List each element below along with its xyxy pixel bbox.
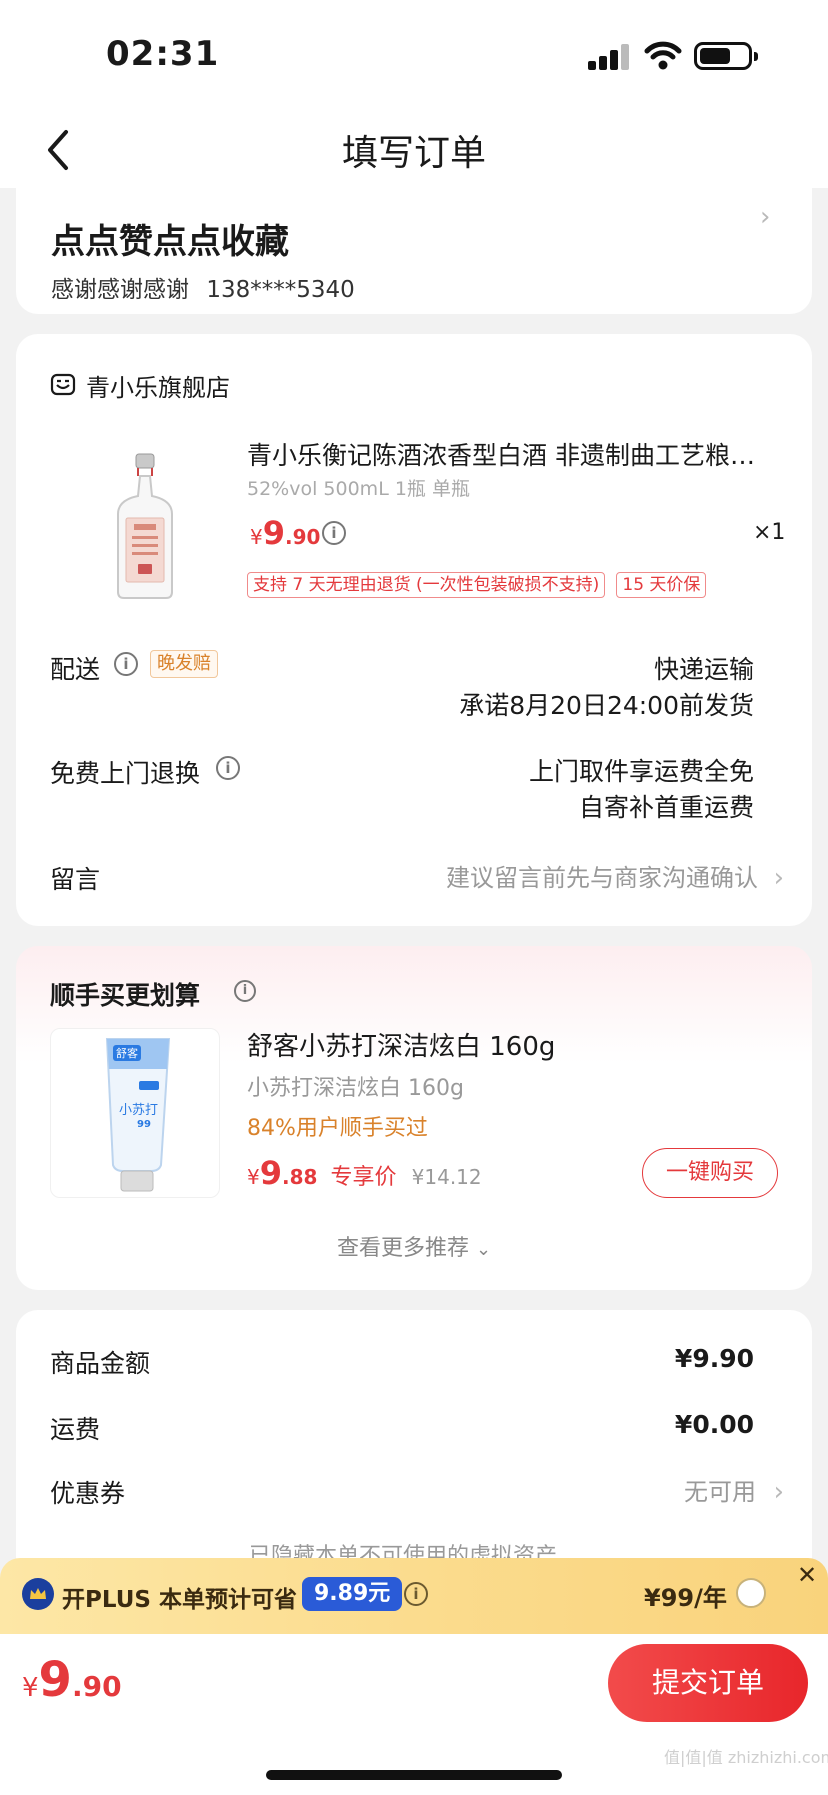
chevron-right-icon: › [773,1477,784,1507]
recommend-title: 顺手买更划算 [50,981,201,1010]
address-contact: 感谢感谢感谢 138****5340 [51,270,355,304]
goods-amount-value: ¥9.90 [674,1344,754,1373]
delivery-method[interactable]: 快递运输 [654,650,754,686]
close-icon[interactable]: ✕ [786,1558,828,1594]
shipping-fee-label: 运费 [50,1415,101,1444]
original-price: ¥14.12 [411,1165,482,1189]
bottom-bar: ¥9.90 提交订单 值|值|值 zhizhizhi.com [0,1634,828,1795]
recommend-item-title[interactable]: 舒客小苏打深洁炫白 160g [247,1026,555,1063]
contact-name: 感谢感谢感谢 [51,277,189,303]
address-card[interactable]: 点点赞点点收藏 感谢感谢感谢 138****5340 › [16,180,812,314]
page-title: 填写订单 [341,133,486,174]
status-bar: 02:31 [0,0,828,110]
shop-name: 青小乐旗舰店 [86,374,230,402]
home-indicator[interactable] [266,1770,562,1780]
message-label: 留言 [50,865,101,894]
recommend-item-image[interactable]: 舒客 小苏打 99 [50,1028,220,1198]
chevron-down-icon: ⌄ [475,1239,492,1260]
recommend-item-bought: 84%用户顺手买过 [247,1116,428,1141]
shop-card: 青小乐旗舰店 青小乐衡记陈酒浓香型白酒 非遗制曲工艺粮… 52%vol 500m… [16,334,812,926]
wifi-icon [644,40,682,70]
plus-save-badge: 9.89元 [302,1577,403,1611]
address-name: 点点赞点点收藏 [51,222,289,262]
product-spec: 52%vol 500mL 1瓶 单瓶 [247,478,470,500]
return-service-line1: 上门取件享运费全免 [528,757,754,786]
product-title[interactable]: 青小乐衡记陈酒浓香型白酒 非遗制曲工艺粮… [247,436,787,472]
battery-icon [694,42,758,70]
shipping-fee-value: ¥0.00 [674,1410,754,1439]
pack-brand: 舒客 [113,1045,141,1061]
recommend-info-icon[interactable]: i [234,980,256,1002]
recommend-item-spec: 小苏打深洁炫白 160g [247,1076,464,1101]
nav-bar: 填写订单 [0,110,828,188]
store-icon [50,373,76,396]
crown-icon [22,1578,54,1610]
submit-order-button[interactable]: 提交订单 [608,1644,808,1722]
coupon-value: 无可用 [683,1478,756,1506]
message-input[interactable]: 建议留言前先与商家沟通确认 › [446,858,784,893]
chevron-right-icon: › [773,863,784,893]
plus-info-icon[interactable]: i [404,1582,428,1606]
one-click-buy-button[interactable]: 一键购买 [642,1148,778,1198]
watermark: 值|值|值 zhizhizhi.com [664,1748,828,1767]
price-info-icon[interactable]: i [322,521,346,545]
delivery-label: 配送 [50,655,101,684]
total-price: ¥9.90 [22,1652,122,1708]
liquor-bottle-icon [117,453,173,599]
price-protect-tag: 15 天价保 [616,572,707,598]
late-compensation-badge: 晚发赔 [150,650,218,678]
product-tags: 支持 7 天无理由退货 (一次性包装破损不支持) 15 天价保 [247,572,707,598]
coupon-selector[interactable]: 无可用 › [684,1472,784,1507]
coupon-label: 优惠券 [50,1479,126,1508]
return-service-line2: 自寄补首重运费 [578,793,754,822]
pack-name: 小苏打 [119,1103,159,1118]
product-quantity: ×1 [753,520,786,545]
see-more-recommend[interactable]: 查看更多推荐 ⌄ [16,1230,812,1262]
plus-price: ¥99/年 [644,1584,727,1612]
exclusive-price-tag: 专享价 [330,1165,397,1190]
pack-badge: 99 [137,1119,151,1130]
plus-promo-bar[interactable]: 开PLUS 本单预计可省 9.89元 i ¥99/年 ✕ [0,1558,828,1634]
cellular-signal-icon [588,44,630,70]
status-time: 02:31 [106,34,220,74]
product-price: ¥9.90 [250,514,321,552]
delivery-promise: 承诺8月20日24:00前发货 [459,691,754,720]
product-image[interactable] [94,452,196,602]
recommend-card: 顺手买更划算 i 舒客 小苏打 99 舒客小苏打深洁炫白 160g 小苏打深洁炫… [16,946,812,1290]
contact-phone: 138****5340 [206,277,355,303]
plus-select-radio[interactable] [736,1578,766,1608]
goods-amount-label: 商品金额 [50,1349,151,1378]
return-info-icon[interactable]: i [216,756,240,780]
recommend-item-price: ¥9.88 专享价 ¥14.12 [247,1154,482,1192]
return-service-label: 免费上门退换 [50,759,201,788]
plus-text: 开PLUS 本单预计可省 [62,1587,297,1613]
return-policy-tag: 支持 7 天无理由退货 (一次性包装破损不支持) [247,572,606,598]
message-placeholder: 建议留言前先与商家沟通确认 [445,864,758,892]
chevron-right-icon: › [760,202,771,232]
delivery-info-icon[interactable]: i [114,652,138,676]
